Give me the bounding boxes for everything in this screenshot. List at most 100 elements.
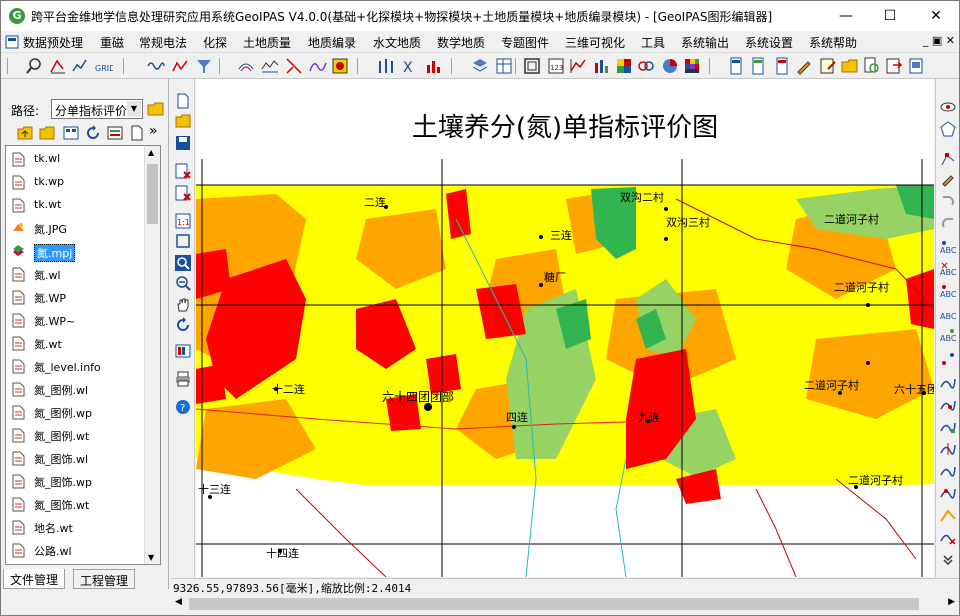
text-copy-icon[interactable]: ABC [940, 327, 956, 343]
arrow-chart-icon[interactable] [377, 57, 395, 75]
frame-icon[interactable] [523, 57, 541, 75]
menu-system-settings[interactable]: 系统设置 [745, 34, 793, 51]
grid-icon[interactable]: GRID [95, 57, 113, 75]
mdi-window-buttons[interactable]: _ ▣ ✕ [923, 34, 955, 47]
horizontal-scrollbar[interactable]: ◀ ▶ [171, 595, 959, 613]
folder-icon[interactable] [841, 57, 859, 75]
layer-manager-icon[interactable] [175, 343, 191, 359]
wave-icon[interactable] [147, 57, 165, 75]
shape-edit-icon[interactable] [940, 121, 956, 137]
node-edit-icon[interactable] [940, 151, 956, 167]
scroll-thumb[interactable] [147, 164, 158, 224]
hscroll-thumb[interactable] [189, 598, 919, 610]
line-style-icon[interactable] [940, 507, 956, 523]
profile-icon[interactable] [261, 57, 279, 75]
export-icon[interactable] [885, 57, 903, 75]
pan-hand-icon[interactable] [175, 297, 191, 313]
menu-system-output[interactable]: 系统输出 [681, 34, 729, 51]
table-icon[interactable] [495, 57, 513, 75]
redraw-icon[interactable] [175, 317, 191, 333]
anomaly-icon[interactable] [171, 57, 189, 75]
menu-geo-logging[interactable]: 地质编录 [308, 34, 356, 51]
point-edit-icon[interactable] [940, 351, 956, 367]
calculator-2-icon[interactable] [749, 57, 767, 75]
new-doc-icon[interactable] [175, 93, 191, 109]
file-list[interactable]: tk.wl tk.wp tk.wt 氮.JPG 氮.mpj 氮.wl 氮.WP 氮.WP~ 氮.… [5, 145, 161, 565]
line-delete-icon[interactable] [940, 529, 956, 545]
text-edit-icon[interactable]: ABC [940, 305, 956, 321]
print-preview-icon[interactable] [907, 57, 925, 75]
file-list-item[interactable]: 氮_level.info [12, 357, 142, 377]
file-list-item[interactable]: 氮_图例.wp [12, 403, 142, 423]
file-list-item[interactable]: tk.wt [12, 196, 142, 216]
new-file-icon[interactable] [129, 125, 145, 141]
scroll-right-icon[interactable]: ▶ [948, 597, 955, 607]
save-icon[interactable] [175, 135, 191, 151]
search-file-icon[interactable] [863, 57, 881, 75]
mosaic-icon[interactable] [683, 57, 701, 75]
file-list-item[interactable]: 氮_图饰.wl [12, 449, 142, 469]
zoom-icon[interactable] [25, 57, 43, 75]
file-list-item[interactable]: tk.wl [12, 150, 142, 170]
fit-window-icon[interactable] [175, 233, 191, 249]
scroll-down-icon[interactable]: ▼ [148, 553, 154, 562]
pencil-icon[interactable] [940, 171, 956, 187]
circles-icon[interactable] [637, 57, 655, 75]
file-list-item[interactable]: 公路.wl [12, 541, 142, 561]
zoom-in-icon[interactable] [175, 255, 191, 271]
histogram-icon[interactable] [425, 57, 443, 75]
layer-icon[interactable] [471, 57, 489, 75]
zoom-out-icon[interactable] [175, 275, 191, 291]
new-folder-icon[interactable] [39, 125, 55, 141]
doc-menu-icon[interactable] [5, 35, 19, 49]
curve-icon[interactable] [309, 57, 327, 75]
bar-chart-icon[interactable] [593, 57, 611, 75]
menu-gravity-magnetic[interactable]: 重磁 [100, 34, 124, 51]
map-canvas[interactable]: 土壤养分(氮)单指标评价图 二连 双沟二村 双沟三村 三连 二道河子村 糖厂 二… [196, 79, 934, 577]
print-icon[interactable] [175, 371, 191, 387]
menu-thematic-maps[interactable]: 专题图件 [501, 34, 549, 51]
line-split-icon[interactable] [940, 441, 956, 457]
symbol-icon[interactable] [331, 57, 349, 75]
path-select[interactable]: 分单指标评价 ▼ [51, 99, 143, 119]
actual-size-icon[interactable]: 1:1 [175, 213, 191, 229]
refresh-icon[interactable] [85, 125, 101, 141]
menu-data-preprocess[interactable]: 数据预处理 [23, 34, 83, 51]
file-list-item[interactable]: 氮.WP [12, 288, 142, 308]
more-icon[interactable]: » [149, 123, 158, 139]
redo-icon[interactable] [940, 215, 956, 231]
menu-electric[interactable]: 常规电法 [139, 34, 187, 51]
menu-land-quality[interactable]: 土地质量 [243, 34, 291, 51]
file-list-item[interactable]: 氮.wl [12, 265, 142, 285]
file-list-item[interactable]: 氮_图饰.wt [12, 495, 142, 515]
close-button[interactable]: ✕ [913, 1, 959, 31]
undo-icon[interactable] [940, 193, 956, 209]
maximize-button[interactable]: ☐ [867, 1, 913, 31]
open-folder-icon[interactable] [147, 100, 165, 118]
file-list-item[interactable]: 氮.wt [12, 334, 142, 354]
menu-system-help[interactable]: 系统帮助 [809, 34, 857, 51]
help-icon[interactable]: ? [175, 399, 191, 415]
file-list-item[interactable]: 氮_图例.wl [12, 380, 142, 400]
file-list-item[interactable]: tk.wp [12, 173, 142, 193]
file-list-item[interactable]: 氮_图饰.wp [12, 472, 142, 492]
more-tools-icon[interactable] [940, 551, 956, 567]
menu-hydrogeology[interactable]: 水文地质 [373, 34, 421, 51]
line-node-icon[interactable] [940, 485, 956, 501]
file-list-item[interactable]: 氮.JPG [12, 219, 142, 239]
chevron-down-icon[interactable]: ▼ [127, 101, 141, 117]
menu-3d-visual[interactable]: 三维可视化 [565, 34, 625, 51]
text-add-icon[interactable]: ABC [940, 239, 956, 255]
folder-up-icon[interactable] [17, 125, 33, 141]
eye-icon[interactable] [940, 99, 956, 115]
pie-icon[interactable] [661, 57, 679, 75]
edit-line-icon[interactable] [49, 57, 67, 75]
list-view-icon[interactable] [63, 125, 79, 141]
matrix-icon[interactable]: 123 [547, 57, 565, 75]
calculator-3-icon[interactable] [773, 57, 791, 75]
text-delete-icon[interactable]: ABC [940, 261, 956, 277]
filter-icon[interactable] [195, 57, 213, 75]
menu-math-geology[interactable]: 数学地质 [437, 34, 485, 51]
line-join-icon[interactable] [940, 463, 956, 479]
tab-file-management[interactable]: 文件管理 [3, 569, 66, 589]
